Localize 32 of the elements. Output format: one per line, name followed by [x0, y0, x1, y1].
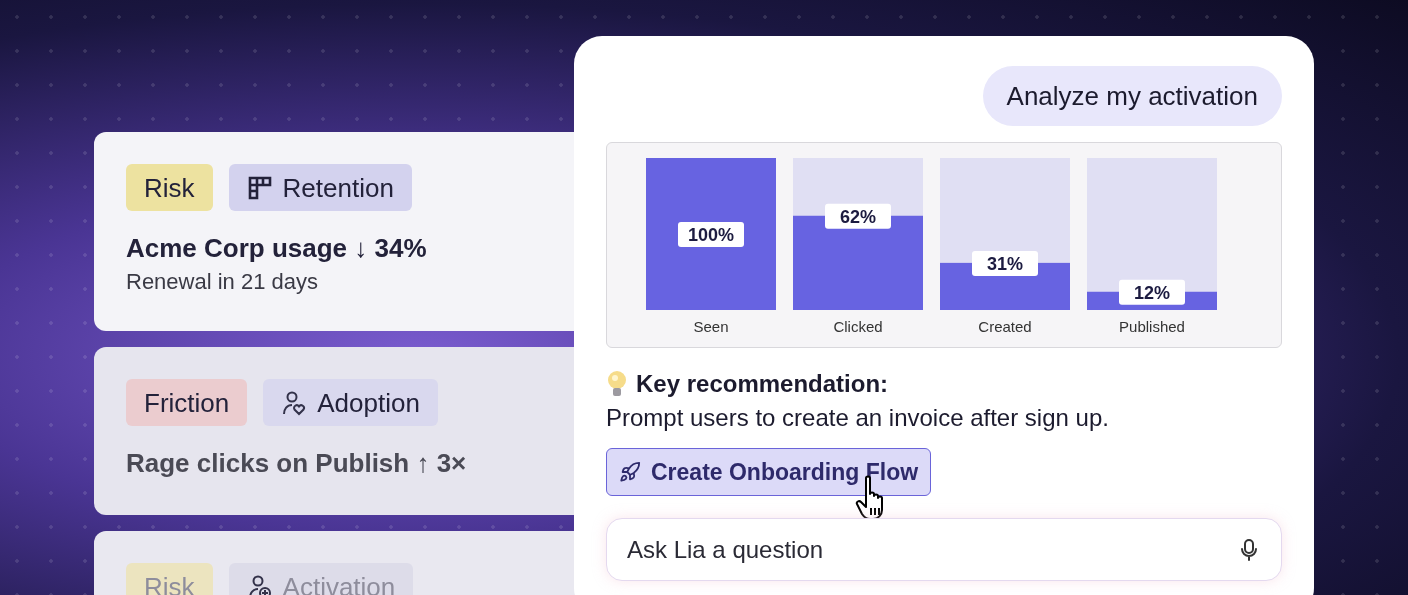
category-label: Published	[1119, 318, 1185, 335]
category-tag: Activation	[228, 563, 414, 595]
lightbulb-icon	[606, 370, 628, 398]
value-label: 12%	[1119, 279, 1185, 305]
card-subtitle: Renewal in 21 days	[126, 269, 319, 295]
status-tag: Risk	[126, 164, 213, 211]
category-tag: Retention	[228, 164, 412, 211]
data-label: 62%	[839, 206, 877, 227]
status-tag: Risk	[126, 563, 213, 595]
question-input[interactable]: Ask Lia a question	[606, 518, 1282, 581]
rocket-icon	[619, 461, 641, 483]
category-label: Created	[978, 318, 1032, 335]
status-tag: Friction	[126, 379, 248, 426]
card-title: Rage clicks on Publish ↑ 3×	[126, 448, 468, 478]
card-title: Acme Corp usage ↓ 34%	[126, 233, 428, 263]
recommendation-heading: Key recommendation:	[636, 369, 889, 399]
category-label: Clicked	[833, 318, 883, 335]
category-label: Seen	[693, 318, 729, 335]
create-flow-button[interactable]: Create Onboarding Flow	[606, 448, 932, 496]
value-label: 62%	[825, 203, 891, 229]
person-plus-icon	[246, 573, 273, 595]
person-heart-icon	[281, 389, 308, 416]
chat-bubble: Analyze my activation	[982, 66, 1282, 126]
value-label: 100%	[678, 222, 744, 247]
microphone-icon[interactable]	[1240, 538, 1258, 562]
value-label: 31%	[972, 250, 1038, 276]
data-label: 100%	[687, 225, 735, 245]
grid-icon	[246, 174, 273, 201]
data-label: 31%	[986, 253, 1024, 274]
data-label: 12%	[1133, 282, 1171, 303]
recommendation-text: Prompt users to create an invoice after sign up.	[606, 403, 1110, 433]
category-tag: Adoption	[263, 379, 438, 426]
